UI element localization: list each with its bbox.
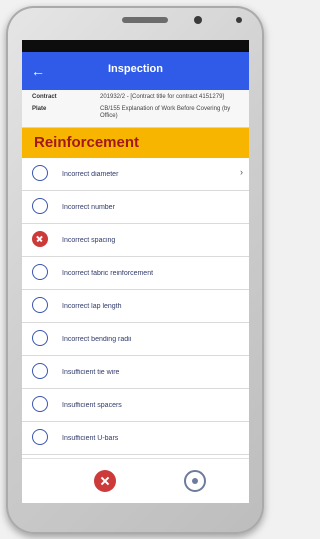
selected-x-icon[interactable] [32, 231, 48, 247]
list-item-label: Incorrect number [62, 203, 115, 211]
list-item-label: Incorrect spacing [62, 236, 116, 244]
defect-list: Incorrect diameter › Incorrect number In… [22, 158, 249, 455]
list-item-insufficient-spacers[interactable]: Insufficient spacers [22, 389, 249, 422]
app-title: Inspection [107, 63, 163, 75]
list-item-label: Insufficient spacers [62, 401, 122, 409]
sensor [236, 17, 242, 23]
details-panel: Contract 201932/2 - [Contract title for … [22, 90, 249, 128]
radio-button[interactable] [32, 165, 48, 181]
screen: ← Inspection Contract 201932/2 - [Contra… [22, 40, 249, 503]
list-item-label: Incorrect lap length [62, 302, 122, 310]
list-item-label: Insufficient tie wire [62, 368, 120, 376]
app-bar: ← Inspection [22, 52, 249, 90]
radio-button[interactable] [32, 330, 48, 346]
radio-button[interactable] [32, 429, 48, 445]
list-item-incorrect-bending-radii[interactable]: Incorrect bending radii [22, 323, 249, 356]
detail-value: 201932/2 - [Contract title for contract … [100, 94, 225, 100]
list-item-incorrect-number[interactable]: Incorrect number [22, 191, 249, 224]
detail-label: Contract [32, 94, 57, 100]
list-item-label: Incorrect diameter [62, 170, 119, 178]
list-item-incorrect-diameter[interactable]: Incorrect diameter › [22, 158, 249, 191]
info-icon[interactable] [184, 470, 206, 492]
list-item-incorrect-fabric-reinforcement[interactable]: Incorrect fabric reinforcement [22, 257, 249, 290]
radio-button[interactable] [32, 396, 48, 412]
cancel-icon[interactable] [94, 470, 116, 492]
chevron-right-icon[interactable]: › [240, 167, 243, 177]
arrow-left-icon[interactable]: ← [28, 61, 48, 81]
list-item-insufficient-tie-wire[interactable]: Insufficient tie wire [22, 356, 249, 389]
radio-button[interactable] [32, 198, 48, 214]
speaker-grille [122, 17, 168, 23]
detail-value: CB/155 Explanation of Work Before Coveri… [100, 106, 231, 119]
radio-button[interactable] [32, 264, 48, 280]
list-item-label: Insufficient U-bars [62, 434, 119, 442]
list-item-label: Incorrect bending radii [62, 335, 132, 343]
detail-row-contract: Contract 201932/2 - [Contract title for … [32, 94, 243, 101]
detail-label: Plate [32, 106, 47, 112]
section-header: Reinforcement [22, 128, 249, 158]
list-item-insufficient-u-bars[interactable]: Insufficient U-bars [22, 422, 249, 455]
list-item-label: Incorrect fabric reinforcement [62, 269, 154, 277]
front-camera [194, 16, 202, 24]
bottom-action-bar [22, 458, 249, 503]
list-item-incorrect-lap-length[interactable]: Incorrect lap length [22, 290, 249, 323]
status-bar [22, 40, 249, 52]
radio-button[interactable] [32, 363, 48, 379]
radio-button[interactable] [32, 297, 48, 313]
list-item-incorrect-spacing[interactable]: Incorrect spacing [22, 224, 249, 257]
detail-row-plate: Plate CB/155 Explanation of Work Before … [32, 106, 243, 120]
